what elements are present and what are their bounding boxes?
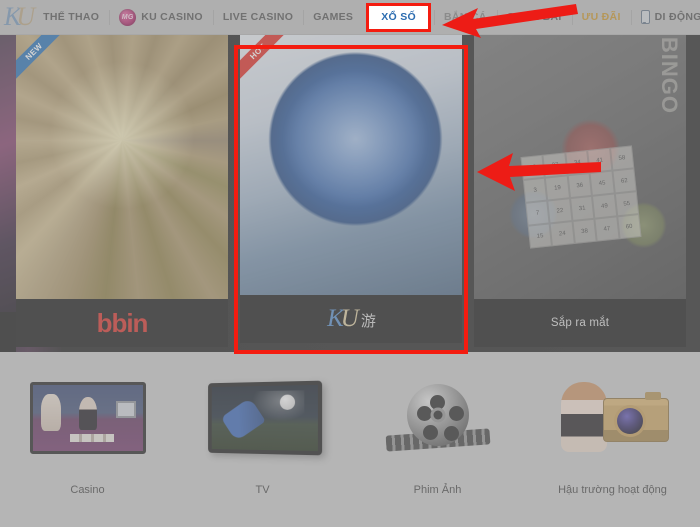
bingo-number: 22 (547, 198, 572, 223)
banner-card-ku-you[interactable]: HOT KU游 (240, 35, 462, 343)
soccer-ball-icon (280, 394, 295, 409)
reel-hole (423, 425, 438, 440)
ku-logo-letter-u: U (341, 305, 358, 333)
card-artwork (0, 35, 16, 312)
bingo-number: 60 (617, 214, 642, 239)
bingo-number: 55 (614, 191, 639, 216)
tile-phim-anh[interactable]: Phim Ảnh (350, 352, 525, 527)
bingo-number: 41 (587, 148, 612, 173)
nav-item-di-dong[interactable]: DI ĐỘNG (631, 0, 700, 35)
nav-item-label: THỂ THAO (43, 11, 99, 23)
bingo-number: 62 (612, 168, 637, 193)
dealer-screen-icon (116, 401, 136, 418)
bingo-number: 36 (567, 173, 592, 198)
tile-label: Phim Ảnh (414, 484, 462, 496)
reel-hole (444, 426, 459, 441)
bingo-number: 49 (592, 194, 617, 219)
reel-hole (449, 406, 464, 421)
model-figure (561, 382, 607, 452)
camera-viewfinder (645, 392, 661, 400)
game-banner-carousel: NEW bbin HOT KU游 BINGO 12 (0, 35, 700, 352)
nav-item-ban-ca[interactable]: BẮN CÁ (434, 0, 497, 35)
nav-item-label: KU CASINO (141, 11, 203, 23)
nav-item-game-bai[interactable]: GAME BÀI (497, 0, 572, 35)
bingo-number: 27 (543, 153, 568, 178)
nav-item-label: BẮN CÁ (444, 11, 487, 23)
bingo-number: 38 (572, 219, 597, 244)
card-footer: Sắp ra mắt (474, 299, 686, 347)
bingo-number: 58 (609, 146, 634, 171)
bingo-number: 47 (594, 217, 619, 242)
bingo-ticket-graphic: 12 27 34 41 58 3 19 36 45 62 7 22 31 49 … (520, 146, 641, 249)
live-casino-table-thumbnail (30, 382, 146, 454)
ribbon-label: HOT (240, 35, 287, 80)
film-reel-icon (380, 382, 496, 454)
card-footer: KU游 (240, 295, 462, 343)
new-ribbon-badge: NEW (16, 35, 64, 83)
tile-label: Hậu trường hoạt động (558, 484, 667, 496)
bingo-number: 12 (520, 155, 545, 180)
card-footer: bbin (16, 299, 228, 347)
site-logo[interactable]: KU (0, 0, 33, 35)
bingo-number: 19 (545, 175, 570, 200)
tile-tv[interactable]: TV (175, 352, 350, 527)
reel-disc (407, 384, 469, 446)
bingo-number: 7 (525, 201, 550, 226)
coming-soon-label: Sắp ra mắt (551, 317, 609, 329)
nav-item-games[interactable]: GAMES (303, 0, 363, 35)
bingo-number: 24 (550, 221, 575, 246)
bingo-word-graphic: BINGO (656, 37, 682, 114)
bingo-number: 45 (590, 171, 615, 196)
nav-item-the-thao[interactable]: THỂ THAO (33, 0, 109, 35)
bingo-number: 3 (523, 178, 548, 203)
hot-ribbon-badge: HOT (240, 35, 288, 83)
reel-hole (430, 395, 445, 410)
mobile-phone-icon (641, 10, 650, 24)
nav-item-label: GAMES (313, 11, 353, 23)
top-navigation-bar: KU THỂ THAO MG KU CASINO LIVE CASINO GAM… (0, 0, 700, 35)
ku-you-logo: KU游 (327, 305, 375, 333)
bingo-number: 15 (528, 224, 553, 249)
nav-item-xo-so[interactable]: XỔ SỐ (366, 3, 431, 32)
television-soccer-thumbnail (208, 381, 322, 456)
nav-item-label: LIVE CASINO (223, 11, 293, 23)
banner-card-partial-left[interactable] (0, 35, 16, 352)
nav-item-list: THỂ THAO MG KU CASINO LIVE CASINO GAMES … (33, 0, 700, 35)
banner-card-bbin[interactable]: NEW bbin (16, 35, 228, 347)
camera-lens-icon (617, 408, 643, 434)
nav-item-label: GAME BÀI (507, 11, 562, 23)
card-artwork: BINGO 12 27 34 41 58 3 19 36 45 62 7 22 … (474, 35, 686, 299)
nav-item-ku-casino[interactable]: MG KU CASINO (109, 0, 213, 35)
bingo-number: 31 (570, 196, 595, 221)
casino-chips-icon (70, 434, 114, 442)
bbin-logo: bbin (97, 308, 148, 339)
reel-hole (417, 406, 432, 421)
nav-item-uu-dai[interactable]: ƯU ĐÃI (572, 0, 631, 35)
page-root: KU THỂ THAO MG KU CASINO LIVE CASINO GAM… (0, 0, 700, 527)
vintage-camera-icon (555, 382, 671, 454)
logo-letter-u: U (16, 2, 33, 32)
nav-item-label: DI ĐỘNG (655, 11, 700, 23)
tile-label: TV (255, 484, 269, 496)
nav-item-live-casino[interactable]: LIVE CASINO (213, 0, 303, 35)
card-footer (0, 312, 16, 352)
banner-card-bingo[interactable]: BINGO 12 27 34 41 58 3 19 36 45 62 7 22 … (474, 35, 686, 347)
nav-item-label: XỔ SỐ (381, 11, 416, 23)
mg-circle-icon: MG (119, 9, 136, 26)
category-tile-row: Casino TV Phim Ảnh (0, 352, 700, 527)
ku-logo-chinese-char: 游 (361, 310, 375, 331)
tile-label: Casino (70, 484, 104, 496)
bingo-number: 34 (565, 150, 590, 175)
tile-hau-truong-hoat-dong[interactable]: Hậu trường hoạt động (525, 352, 700, 527)
tile-casino[interactable]: Casino (0, 352, 175, 527)
nav-item-label: ƯU ĐÃI (582, 11, 621, 23)
ribbon-label: NEW (16, 35, 63, 80)
